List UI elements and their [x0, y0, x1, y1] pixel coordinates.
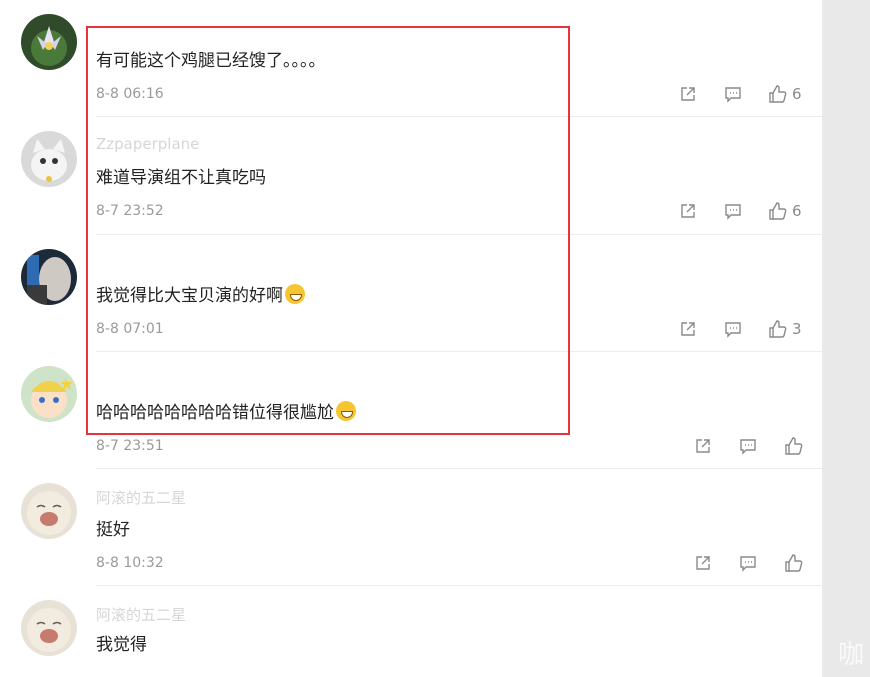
share-button[interactable]	[694, 437, 712, 455]
comment-text: 挺好	[96, 520, 130, 540]
avatar[interactable]	[21, 131, 77, 187]
avatar[interactable]	[21, 14, 77, 70]
share-button[interactable]	[679, 202, 697, 220]
comment-icon	[740, 556, 756, 572]
share-button[interactable]	[679, 85, 697, 103]
comment-icon	[725, 204, 741, 220]
laughing-tears-emoji-icon	[285, 284, 305, 304]
thumbs-up-icon	[769, 202, 787, 220]
thumbs-up-icon	[769, 85, 787, 103]
comment-text: 哈哈哈哈哈哈哈哈错位得很尴尬	[96, 398, 356, 423]
comment-list: 有可能这个鸡腿已经馊了。。。。 8-8 06:16 6 Zzpaperplane…	[0, 0, 822, 677]
share-icon	[681, 204, 695, 218]
comment-text-body: 我觉得比大宝贝演的好啊	[96, 286, 283, 306]
comment-text: 我觉得	[96, 635, 147, 655]
comment-icon	[725, 322, 741, 338]
comment-text: 有可能这个鸡腿已经馊了。。。。	[96, 51, 326, 71]
share-icon	[681, 322, 695, 336]
avatar[interactable]	[21, 249, 77, 305]
grinning-emoji-icon	[336, 401, 356, 421]
like-count: 6	[792, 85, 802, 103]
divider	[96, 351, 822, 352]
reply-button[interactable]	[724, 202, 742, 220]
divider	[96, 585, 822, 586]
avatar[interactable]	[21, 366, 77, 422]
comment-icon	[725, 87, 741, 103]
like-button[interactable]	[784, 553, 808, 573]
avatar[interactable]	[21, 483, 77, 539]
comment-time: 8-7 23:51	[96, 438, 164, 454]
like-count: 6	[792, 202, 802, 220]
like-button[interactable]: 6	[768, 84, 802, 104]
thumbs-up-icon	[785, 437, 803, 455]
comment-username[interactable]: Zzpaperplane	[96, 135, 199, 153]
comment-text: 我觉得比大宝贝演的好啊	[96, 281, 305, 306]
divider	[96, 468, 822, 469]
like-count: 3	[792, 320, 802, 338]
avatar[interactable]	[21, 600, 77, 656]
comment-username[interactable]: 阿滚的五二星	[96, 487, 186, 508]
like-button[interactable]	[784, 436, 808, 456]
divider	[96, 234, 822, 235]
like-button[interactable]: 6	[768, 201, 802, 221]
share-button[interactable]	[679, 320, 697, 338]
reply-button[interactable]	[739, 437, 757, 455]
reply-button[interactable]	[724, 320, 742, 338]
comment-text-body: 哈哈哈哈哈哈哈哈错位得很尴尬	[96, 403, 334, 423]
reply-button[interactable]	[724, 85, 742, 103]
comment-username[interactable]: 阿滚的五二星	[96, 604, 186, 625]
comment-icon	[740, 439, 756, 455]
comment-text: 难道导演组不让真吃吗	[96, 168, 266, 188]
share-icon	[681, 87, 695, 101]
like-button[interactable]: 3	[768, 319, 802, 339]
thumbs-up-icon	[785, 554, 803, 572]
divider	[96, 116, 822, 117]
share-button[interactable]	[694, 554, 712, 572]
share-icon	[696, 439, 710, 453]
comment-time: 8-8 07:01	[96, 321, 164, 337]
thumbs-up-icon	[769, 320, 787, 338]
comment-time: 8-8 10:32	[96, 555, 164, 571]
watermark: 咖	[837, 640, 864, 670]
comment-time: 8-8 06:16	[96, 86, 164, 102]
comment-time: 8-7 23:52	[96, 203, 164, 219]
reply-button[interactable]	[739, 554, 757, 572]
share-icon	[696, 556, 710, 570]
